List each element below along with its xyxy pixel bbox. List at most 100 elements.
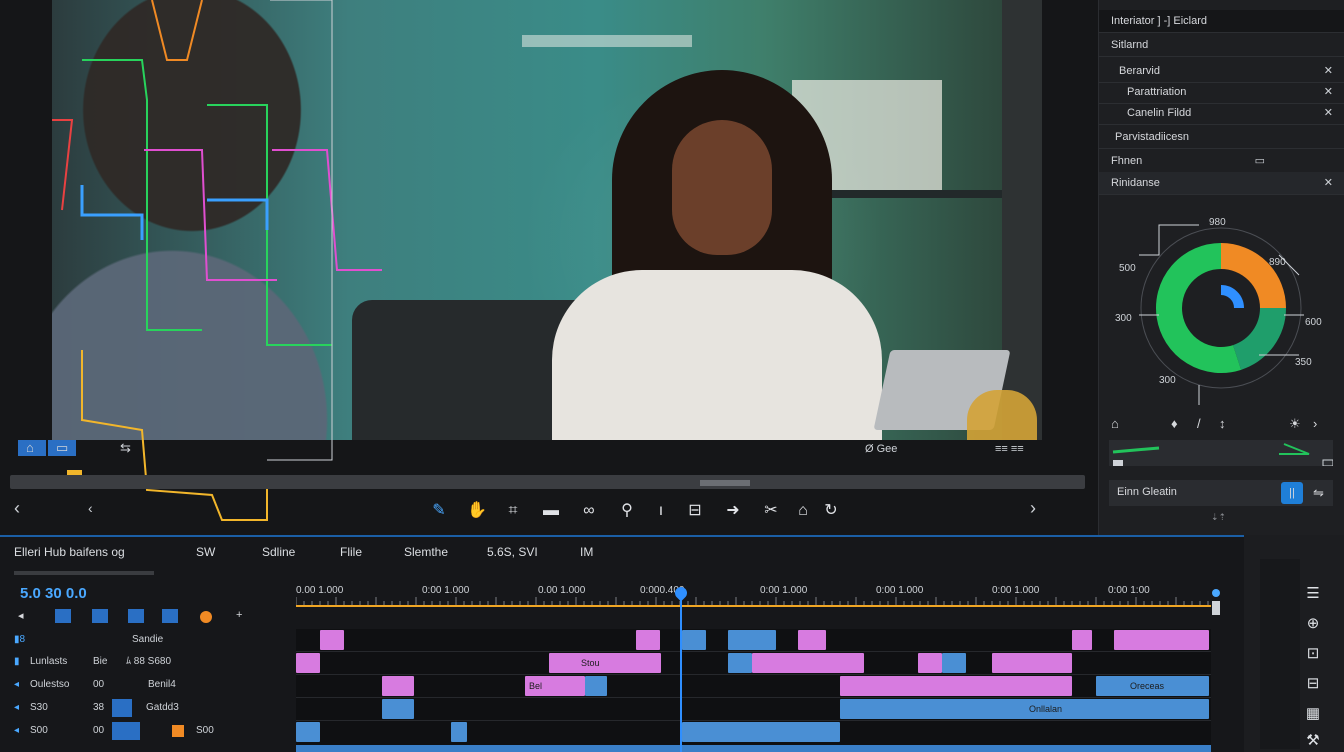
arrow-tool-icon[interactable]: ➜	[722, 500, 744, 522]
clip[interactable]	[798, 630, 826, 650]
clip[interactable]	[636, 630, 660, 650]
clip[interactable]	[1072, 630, 1092, 650]
track-header[interactable]: ◂ S30 38 Gatdd3	[0, 697, 290, 719]
inspector-row-7[interactable]: Rinidanse ✕	[1099, 172, 1344, 195]
home-tool-icon[interactable]: ⌂	[792, 500, 814, 522]
menu-slemthe[interactable]: Slemthe	[404, 545, 448, 559]
monitor-mode-button[interactable]: ▭	[48, 440, 76, 456]
pause-button[interactable]: ||	[1281, 482, 1303, 504]
refresh-tool-icon[interactable]: ↻	[820, 500, 842, 522]
inspector-row-0[interactable]: Interiator ] -] Eiclard	[1099, 10, 1344, 33]
link-tool-icon[interactable]: ∞	[578, 500, 600, 522]
lock-toggle[interactable]	[55, 609, 71, 623]
tag-tool-icon[interactable]: ⚲	[616, 500, 638, 522]
tools-icon[interactable]: ⚒	[1302, 730, 1324, 752]
track-header[interactable]: ▮8 Sandie	[0, 629, 290, 651]
crop-icon[interactable]: ⊡	[1302, 643, 1324, 665]
clip[interactable]: Stou	[549, 653, 661, 673]
clip[interactable]	[296, 653, 320, 673]
sun-icon[interactable]: ☀	[1289, 416, 1301, 432]
clip[interactable]	[585, 676, 607, 696]
clip[interactable]	[682, 630, 706, 650]
menu-flile[interactable]: Flile	[340, 545, 362, 559]
menu-im[interactable]: IM	[580, 545, 593, 559]
track-header[interactable]: ▮ Lunlasts Bie ﾑ 88 S680	[0, 651, 290, 673]
inspector-row-1[interactable]: Sitlarnd	[1099, 34, 1344, 57]
snap-toggle[interactable]	[162, 609, 178, 623]
close-icon[interactable]: ✕	[1324, 81, 1333, 103]
chevron-right-icon[interactable]: ›	[1030, 498, 1036, 519]
swap-icon[interactable]: ⇆	[120, 440, 131, 456]
chevron-left-icon[interactable]: ‹	[14, 498, 20, 519]
clip[interactable]	[682, 722, 840, 742]
cursor-tool-icon[interactable]: ı	[650, 500, 672, 522]
vertex-icon[interactable]: ⌂	[1111, 416, 1119, 431]
playhead[interactable]	[680, 591, 682, 752]
home-mode-button[interactable]: ⌂	[18, 440, 46, 456]
pin-icon[interactable]: ↕	[1219, 416, 1226, 431]
record-button[interactable]	[200, 611, 212, 623]
track-header[interactable]: ◂ Oulestso 00 Benil4	[0, 674, 290, 696]
swap-icon[interactable]: ⇋	[1313, 485, 1324, 501]
crop-tool-icon[interactable]: ⌗	[502, 500, 524, 522]
clip[interactable]	[942, 653, 966, 673]
add-icon[interactable]: +	[236, 609, 242, 621]
clip[interactable]	[451, 722, 467, 742]
prev-frame-icon[interactable]: ‹	[88, 500, 93, 516]
menu-sdline[interactable]: Sdline	[262, 545, 295, 559]
inspector-row-5[interactable]: Parvistadiicesn	[1099, 126, 1344, 149]
inspector-row-6[interactable]: Fhnen ▭	[1099, 150, 1344, 173]
effect-row[interactable]: Einn Gleatin || ⇋	[1109, 480, 1333, 506]
chat-icon[interactable]: ⊟	[1302, 673, 1324, 695]
list-icon[interactable]: ☰	[1302, 583, 1324, 605]
timeline-title: Elleri Hub baifens og	[14, 545, 125, 559]
solo-toggle[interactable]	[128, 609, 144, 623]
caption-tool-icon[interactable]: ⊟	[684, 500, 706, 522]
timeline-panel: Elleri Hub baifens og SW Sdline Flile Sl…	[0, 535, 1244, 752]
clip[interactable]	[382, 699, 414, 719]
pen-tool-icon[interactable]: ✎	[428, 500, 450, 522]
menu-sw[interactable]: SW	[196, 545, 215, 559]
close-icon[interactable]: ✕	[1324, 102, 1333, 124]
clip[interactable]	[728, 630, 776, 650]
clip[interactable]: Bel	[525, 676, 585, 696]
grid-icon[interactable]: ▦	[1302, 703, 1324, 725]
mute-toggle[interactable]	[92, 609, 108, 623]
clip[interactable]	[752, 653, 864, 673]
clip[interactable]	[728, 653, 752, 673]
clip[interactable]	[992, 653, 1072, 673]
curve-graph[interactable]	[1109, 440, 1334, 467]
clip[interactable]	[918, 653, 942, 673]
track-lanes[interactable]: Stou Bel Oreceas Onllalan	[296, 584, 1211, 752]
clip[interactable]: Oreceas	[1096, 676, 1209, 696]
clip[interactable]	[296, 722, 320, 742]
split-icon[interactable]: ⊕	[1302, 613, 1324, 635]
hand-tool-icon[interactable]: ✋	[466, 500, 488, 522]
comment-tool-icon[interactable]: ▬	[540, 500, 562, 522]
clip[interactable]	[840, 676, 1072, 696]
forward-icon[interactable]: ›	[1313, 416, 1317, 431]
clip[interactable]	[1114, 630, 1209, 650]
view-label[interactable]: Ø Gee	[865, 443, 897, 455]
close-icon[interactable]: ✕	[1324, 60, 1333, 82]
donut-segment	[1232, 307, 1286, 370]
inspector-row-2[interactable]: Berarvid ✕	[1099, 60, 1344, 83]
inspector-row-3[interactable]: Parattriation ✕	[1099, 81, 1344, 104]
slash-icon[interactable]: /	[1197, 416, 1201, 431]
clip[interactable]: Onllalan	[840, 699, 1209, 719]
track-header[interactable]: ◂ S00 00 S00	[0, 720, 290, 742]
drop-icon[interactable]: ♦	[1171, 416, 1178, 431]
ruler-end-marker[interactable]	[1212, 589, 1220, 597]
close-icon[interactable]: ✕	[1324, 172, 1333, 194]
timeline-scrollbar[interactable]	[1212, 601, 1220, 615]
scrub-handle[interactable]	[700, 480, 750, 486]
inspector-row-4[interactable]: Canelin Fildd ✕	[1099, 102, 1344, 125]
scrub-bar[interactable]	[10, 475, 1085, 489]
menu-56s[interactable]: 5.6S, SVI	[487, 545, 538, 559]
clip[interactable]	[320, 630, 344, 650]
frame-icon[interactable]: ▭	[1255, 150, 1265, 172]
clip[interactable]	[382, 676, 414, 696]
view-options[interactable]: ≡≡ ≡≡	[995, 443, 1024, 455]
speaker-icon[interactable]: ◂	[18, 609, 24, 622]
scissor-tool-icon[interactable]: ✂	[760, 500, 782, 522]
